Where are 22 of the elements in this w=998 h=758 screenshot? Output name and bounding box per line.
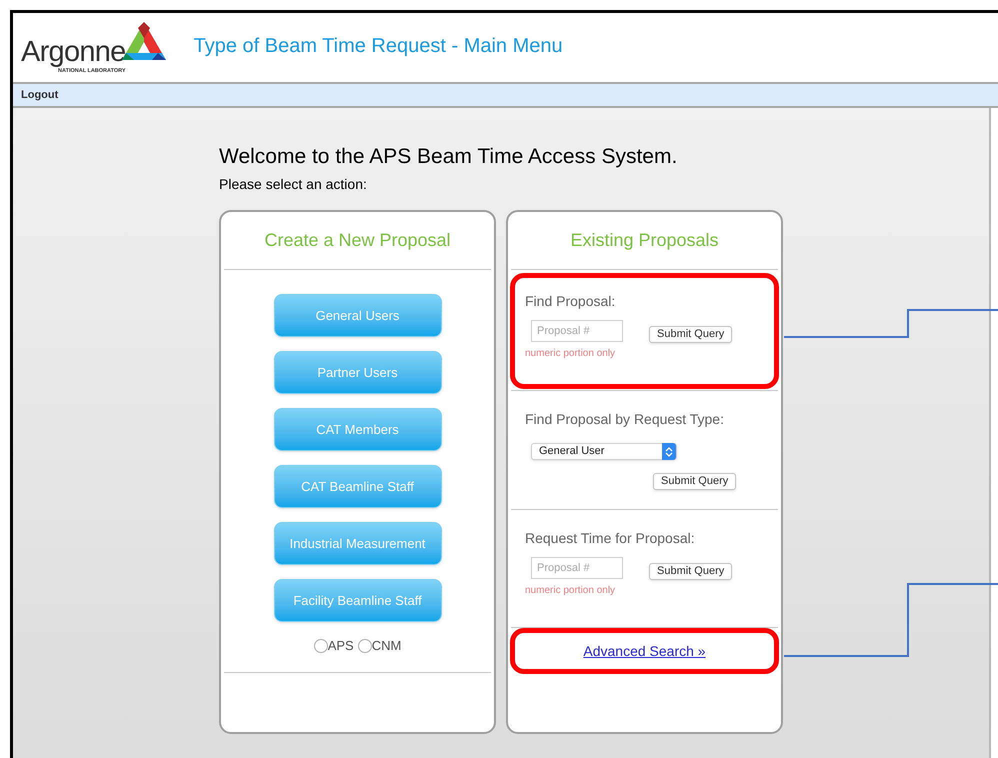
panel-title: Existing Proposals <box>569 229 720 252</box>
page-title: Type of Beam Time Request - Main Menu <box>194 36 563 56</box>
proposal-number-field[interactable]: Proposal # <box>531 320 623 342</box>
advanced-search-link[interactable]: Advanced Search » <box>583 640 706 662</box>
logout-link[interactable]: Logout <box>21 86 58 104</box>
welcome-heading: Welcome to the APS Beam Time Access System. <box>219 146 678 167</box>
proposal-number-field[interactable]: Proposal # <box>531 557 623 579</box>
section-label: Request Time for Proposal: <box>525 531 696 545</box>
hint-text: numeric portion only <box>525 349 616 359</box>
section-label: Find Proposal: <box>525 294 616 308</box>
hint-text: numeric portion only <box>525 586 616 596</box>
request-type-dropdown[interactable]: General User <box>531 443 677 460</box>
section-label: Find Proposal by Request Type: <box>525 412 725 426</box>
logo-name: Argonne <box>21 38 126 66</box>
prompt-text: Please select an action: <box>219 177 368 191</box>
updown-arrows-icon <box>662 443 676 460</box>
submit-query-button[interactable]: Submit Query <box>649 326 732 343</box>
submit-query-button[interactable]: Submit Query <box>649 563 732 580</box>
facility-radio[interactable]: CNM <box>358 636 402 656</box>
panel-title: Create a New Proposal <box>263 229 452 252</box>
facility-radio[interactable]: APS <box>314 636 354 656</box>
submit-query-button[interactable]: Submit Query <box>653 473 736 490</box>
